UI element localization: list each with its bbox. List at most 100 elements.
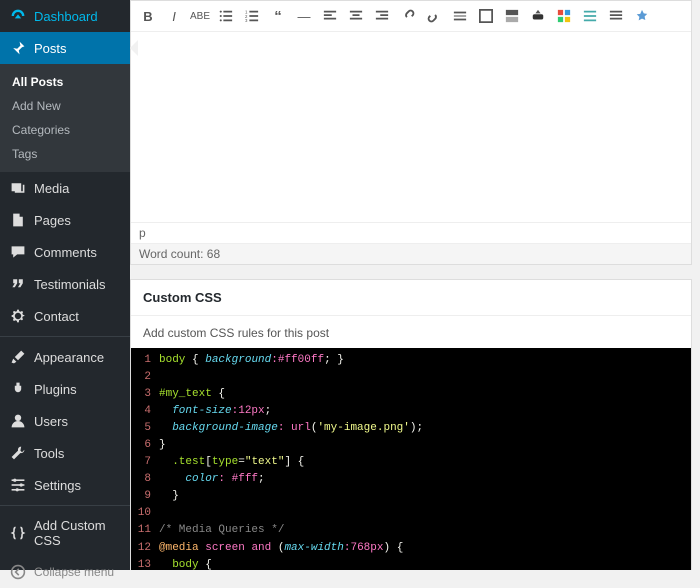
collapse-menu-button[interactable]: Collapse menu xyxy=(0,556,130,588)
hr-button[interactable]: — xyxy=(293,5,315,27)
italic-button[interactable]: I xyxy=(163,5,185,27)
sidebar-item-add-custom-css[interactable]: Add Custom CSS xyxy=(0,510,130,556)
brush-icon xyxy=(10,349,26,365)
submenu-item-categories[interactable]: Categories xyxy=(0,118,130,142)
gear-icon xyxy=(10,308,26,324)
code-line: 2 xyxy=(131,369,691,386)
unlink-button[interactable] xyxy=(423,5,445,27)
admin-sidebar: Dashboard Posts All PostsAdd NewCategories… xyxy=(0,0,130,570)
code-content: } xyxy=(159,488,179,505)
page-icon xyxy=(10,212,26,228)
sidebar-item-tools[interactable]: Tools xyxy=(0,437,130,469)
line-number: 10 xyxy=(131,505,159,522)
sidebar-submenu: All PostsAdd NewCategoriesTags xyxy=(0,64,130,172)
code-content: background-image: url('my-image.png'); xyxy=(159,420,423,437)
sidebar-item-label: Add Custom CSS xyxy=(34,518,120,548)
editor-toolbar: B I ABE 123 “ — xyxy=(131,1,691,32)
line-number: 2 xyxy=(131,369,159,386)
strike-button[interactable]: ABE xyxy=(189,5,211,27)
more-button[interactable] xyxy=(449,5,471,27)
button-5[interactable] xyxy=(631,5,653,27)
sidebar-item-label: Testimonials xyxy=(34,277,106,292)
fullscreen-button[interactable] xyxy=(475,5,497,27)
sidebar-item-label: Posts xyxy=(34,41,67,56)
sidebar-item-dashboard[interactable]: Dashboard xyxy=(0,0,130,32)
editor-path: p xyxy=(131,222,691,243)
line-number: 13 xyxy=(131,557,159,570)
editor-content[interactable] xyxy=(131,32,691,222)
code-line: 4 font-size:12px; xyxy=(131,403,691,420)
line-number: 7 xyxy=(131,454,159,471)
code-content: } xyxy=(159,437,166,454)
sidebar-item-label: Users xyxy=(34,414,68,429)
sidebar-item-label: Media xyxy=(34,181,69,196)
sidebar-item-label: Plugins xyxy=(34,382,77,397)
sidebar-item-contact[interactable]: Contact xyxy=(0,300,130,332)
quote-button[interactable]: “ xyxy=(267,5,289,27)
sliders-icon xyxy=(10,477,26,493)
wrench-icon xyxy=(10,445,26,461)
line-number: 9 xyxy=(131,488,159,505)
button-3[interactable] xyxy=(579,5,601,27)
line-number: 4 xyxy=(131,403,159,420)
sidebar-item-settings[interactable]: Settings xyxy=(0,469,130,501)
line-number: 6 xyxy=(131,437,159,454)
ol-button[interactable]: 123 xyxy=(241,5,263,27)
align-left-button[interactable] xyxy=(319,5,341,27)
bold-button[interactable]: B xyxy=(137,5,159,27)
code-content: @media screen and (max-width:768px) { xyxy=(159,540,403,557)
sidebar-item-label: Settings xyxy=(34,478,81,493)
align-center-button[interactable] xyxy=(345,5,367,27)
line-number: 11 xyxy=(131,522,159,539)
dashboard-icon xyxy=(10,8,26,24)
submenu-item-tags[interactable]: Tags xyxy=(0,142,130,166)
sidebar-item-testimonials[interactable]: Testimonials xyxy=(0,268,130,300)
code-line: 10 xyxy=(131,505,691,522)
button-2[interactable] xyxy=(553,5,575,27)
code-editor[interactable]: 1body { background:#ff00ff; }23#my_text … xyxy=(131,348,691,570)
link-button[interactable] xyxy=(397,5,419,27)
code-content: /* Media Queries */ xyxy=(159,522,284,539)
sidebar-item-label: Comments xyxy=(34,245,97,260)
code-line: 8 color: #fff; xyxy=(131,471,691,488)
ul-button[interactable] xyxy=(215,5,237,27)
editor-wordcount: Word count: 68 xyxy=(131,243,691,264)
plug-icon xyxy=(10,381,26,397)
submenu-item-add-new[interactable]: Add New xyxy=(0,94,130,118)
svg-text:3: 3 xyxy=(245,18,248,23)
code-content: body { xyxy=(159,557,212,570)
editor-box: B I ABE 123 “ — xyxy=(130,0,692,265)
sidebar-item-label: Tools xyxy=(34,446,64,461)
main-content: B I ABE 123 “ — xyxy=(130,0,700,570)
custom-css-metabox: Custom CSS Add custom CSS rules for this… xyxy=(130,279,692,570)
button-1[interactable] xyxy=(527,5,549,27)
sidebar-item-appearance[interactable]: Appearance xyxy=(0,341,130,373)
comment-icon xyxy=(10,244,26,260)
code-line: 1body { background:#ff00ff; } xyxy=(131,352,691,369)
sidebar-item-label: Dashboard xyxy=(34,9,98,24)
code-line: 9 } xyxy=(131,488,691,505)
sidebar-item-label: Contact xyxy=(34,309,79,324)
code-content: .test[type="text"] { xyxy=(159,454,304,471)
code-line: 6} xyxy=(131,437,691,454)
metabox-title[interactable]: Custom CSS xyxy=(131,280,691,316)
align-right-button[interactable] xyxy=(371,5,393,27)
submenu-item-all-posts[interactable]: All Posts xyxy=(0,70,130,94)
code-content: color: #fff; xyxy=(159,471,265,488)
button-4[interactable] xyxy=(605,5,627,27)
sidebar-item-comments[interactable]: Comments xyxy=(0,236,130,268)
code-content: body { background:#ff00ff; } xyxy=(159,352,344,369)
line-number: 3 xyxy=(131,386,159,403)
sidebar-item-pages[interactable]: Pages xyxy=(0,204,130,236)
code-line: 7 .test[type="text"] { xyxy=(131,454,691,471)
code-line: 3#my_text { xyxy=(131,386,691,403)
metabox-description: Add custom CSS rules for this post xyxy=(131,316,691,348)
sidebar-item-media[interactable]: Media xyxy=(0,172,130,204)
sidebar-item-users[interactable]: Users xyxy=(0,405,130,437)
quote-icon xyxy=(10,276,26,292)
toolbar-toggle-button[interactable] xyxy=(501,5,523,27)
line-number: 1 xyxy=(131,352,159,369)
user-icon xyxy=(10,413,26,429)
sidebar-item-plugins[interactable]: Plugins xyxy=(0,373,130,405)
sidebar-item-posts[interactable]: Posts xyxy=(0,32,130,64)
